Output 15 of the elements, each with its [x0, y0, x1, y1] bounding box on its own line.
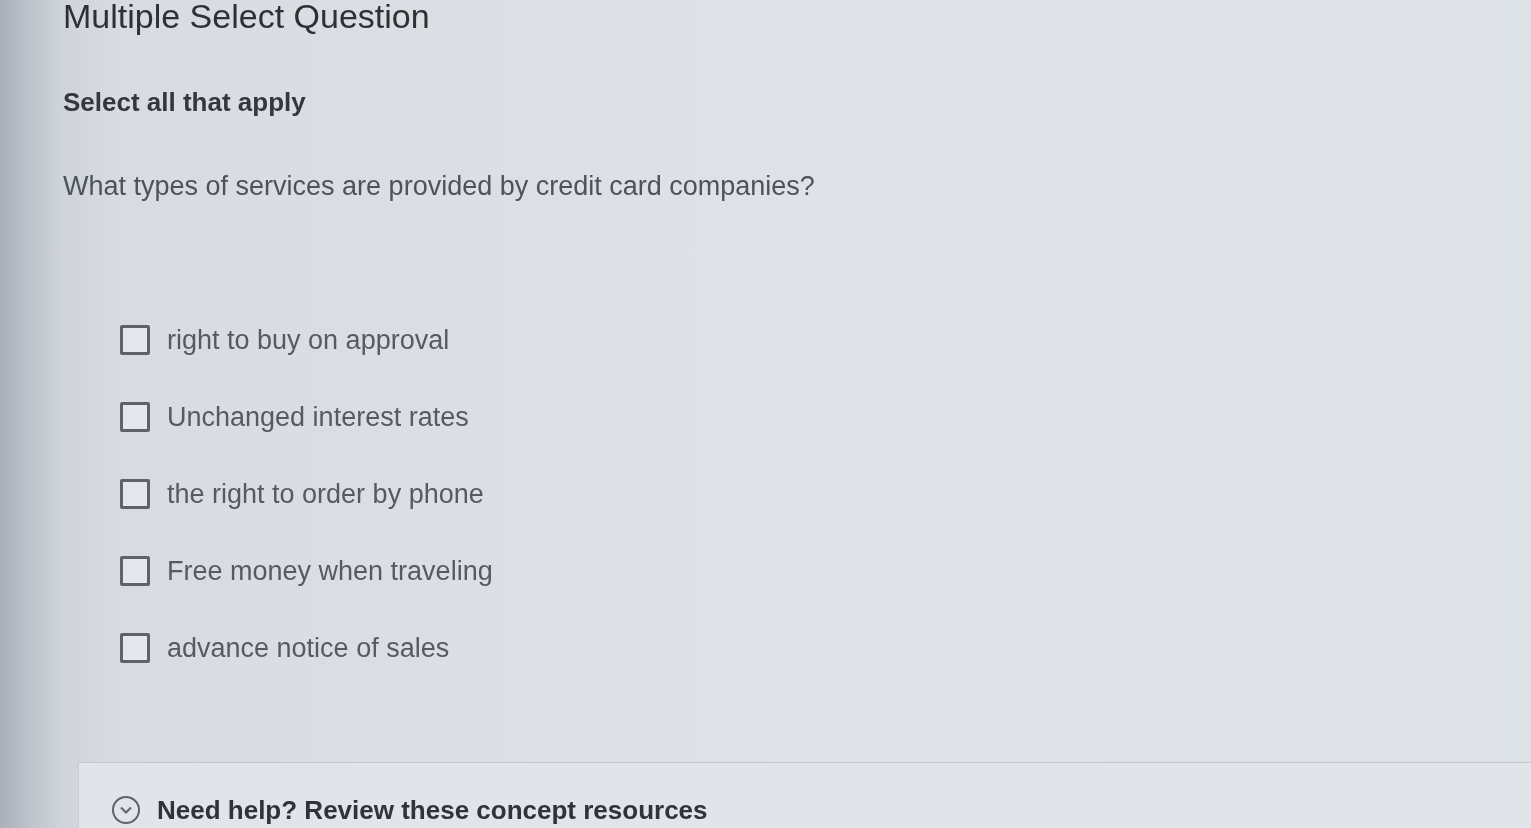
checkbox[interactable] [120, 325, 150, 355]
option-label[interactable]: Free money when traveling [167, 554, 493, 588]
option-label[interactable]: the right to order by phone [167, 477, 484, 511]
option-label[interactable]: Unchanged interest rates [167, 400, 469, 434]
checkbox[interactable] [120, 479, 150, 509]
question-text: What types of services are provided by credit card companies? [63, 170, 815, 202]
checkbox[interactable] [120, 402, 150, 432]
help-link[interactable]: Need help? Review these concept resources [157, 795, 708, 825]
option-label[interactable]: advance notice of sales [167, 631, 450, 665]
checkbox[interactable] [120, 633, 150, 663]
checkbox[interactable] [120, 556, 150, 586]
instruction-text: Select all that apply [63, 86, 306, 118]
option-label[interactable]: right to buy on approval [167, 323, 450, 357]
chevron-circle-icon[interactable] [111, 795, 141, 825]
question-type-title: Multiple Select Question [63, 0, 430, 34]
